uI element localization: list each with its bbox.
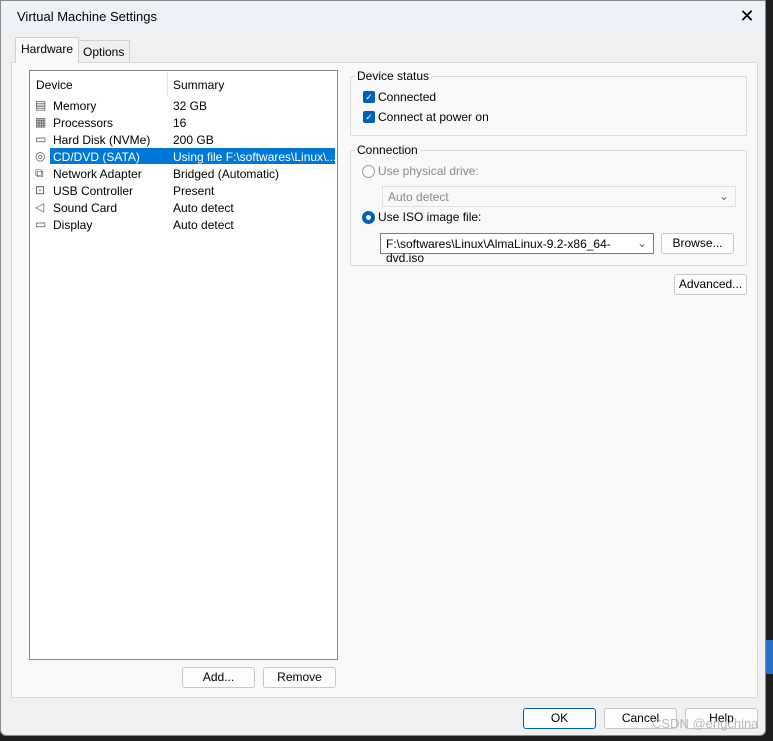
background-window-edge [766,640,773,674]
device-summary: Bridged (Automatic) [173,167,280,181]
display-icon: ▭ [35,217,47,231]
tab-options[interactable]: Options [77,40,131,62]
device-row[interactable]: ▭ Hard Disk (NVMe) 200 GB [30,131,337,148]
add-button[interactable]: Add... [182,667,255,688]
chevron-down-icon: ⌄ [636,236,647,250]
device-summary: Auto detect [173,218,234,232]
column-device[interactable]: Device [36,78,73,92]
device-row[interactable]: ▤ Memory 32 GB [30,97,337,114]
device-summary: 16 [173,116,187,130]
device-summary: Auto detect [173,201,234,215]
ok-button[interactable]: OK [523,708,596,729]
column-summary[interactable]: Summary [173,78,224,92]
hardware-panel: Device Summary ▤ Memory 32 GB ▦ Processors 16… [11,62,758,698]
device-list[interactable]: Device Summary ▤ Memory 32 GB ▦ Processors 16… [29,70,338,660]
device-name: Memory [53,99,97,113]
device-name: USB Controller [53,184,134,198]
physical-drive-select[interactable]: Auto detect ⌄ [382,186,736,207]
device-row[interactable]: ▦ Processors 16 [30,114,337,131]
vm-settings-dialog: Virtual Machine Settings ✕ Hardware Opti… [0,0,766,736]
remove-button[interactable]: Remove [263,667,336,688]
network-adapter-icon: ⧉ [35,166,44,180]
cd-dvd-icon: ◎ [35,149,46,163]
check-icon: ✓ [363,91,375,103]
device-name: Sound Card [53,201,118,215]
window-title: Virtual Machine Settings [17,9,157,24]
device-summary: 200 GB [173,133,214,147]
usb-icon: ⊡ [35,183,46,197]
device-summary: Using file F:\softwares\Linux\... [173,150,337,164]
title-bar: Virtual Machine Settings ✕ [1,1,765,32]
tab-hardware[interactable]: Hardware [15,37,80,63]
processor-icon: ▦ [35,115,47,129]
device-summary: 32 GB [173,99,208,113]
watermark: CSDN @engchina [652,716,759,731]
device-summary: Present [173,184,215,198]
device-status-title: Device status [355,69,432,83]
memory-icon: ▤ [35,98,47,112]
device-row[interactable]: ⧉ Network Adapter Bridged (Automatic) [30,165,337,182]
connected-checkbox[interactable]: ✓ Connected [363,90,436,104]
iso-path-combobox[interactable]: F:\softwares\Linux\AlmaLinux-9.2-x86_64-… [380,233,654,265]
advanced-button[interactable]: Advanced... [674,274,747,295]
device-row[interactable]: ◎ CD/DVD (SATA) Using file F:\softwares\Li… [30,148,337,165]
device-name: Processors [53,116,114,130]
device-name: CD/DVD (SATA) [52,150,141,164]
connect-at-power-on-checkbox[interactable]: ✓ Connect at power on [363,110,489,124]
device-row[interactable]: ◁ Sound Card Auto detect [30,199,337,216]
device-name: Display [53,218,93,232]
device-name: Network Adapter [53,167,142,181]
connection-title: Connection [355,143,420,157]
close-icon[interactable]: ✕ [737,6,757,27]
chevron-down-icon: ⌄ [718,189,729,203]
hard-disk-icon: ▭ [35,132,47,146]
list-header: Device Summary [30,71,337,97]
use-physical-drive-radio[interactable]: Use physical drive: [362,164,479,178]
sound-icon: ◁ [35,200,45,214]
use-iso-image-radio[interactable]: Use ISO image file: [362,210,481,224]
connection-group: Connection Use physical drive: Auto dete… [350,143,747,266]
check-icon: ✓ [363,111,375,123]
device-status-group: Device status ✓ Connected ✓ Connect at pow… [350,69,747,136]
device-row[interactable]: ▭ Display Auto detect [30,216,337,233]
device-row[interactable]: ⊡ USB Controller Present [30,182,337,199]
browse-button[interactable]: Browse... [661,233,734,254]
device-name: Hard Disk (NVMe) [53,133,151,147]
